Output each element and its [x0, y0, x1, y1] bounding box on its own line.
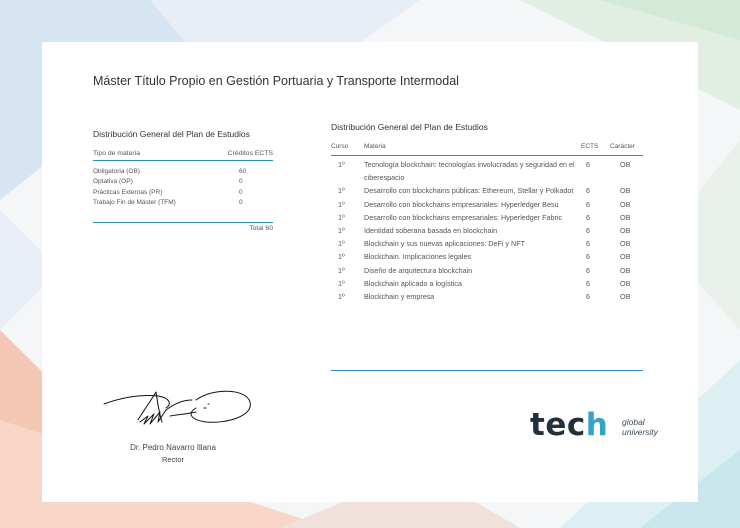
- course-year: 1º: [338, 226, 345, 236]
- table-row: Optativa (OP) 0: [93, 178, 273, 188]
- summary-table-header: Tipo de materia Créditos ECTS: [93, 150, 273, 161]
- row-value: 0: [239, 178, 243, 186]
- logo-wordmark: tech: [530, 407, 608, 443]
- column-header-character: Carácter: [610, 143, 635, 150]
- row-label: Obligatoria (OB): [93, 168, 140, 175]
- row-value: 0: [239, 198, 243, 206]
- subject-name: Blockchain y sus nuevas aplicaciones: De…: [364, 239, 525, 249]
- table-row: 1º Desarrollo con blockchains empresaria…: [331, 211, 643, 224]
- logo-tagline-university: university: [622, 427, 658, 437]
- table-row: Trabajo Fin de Máster (TFM) 0: [93, 199, 273, 209]
- summary-table: Obligatoria (OB) 60 Optativa (OP) 0 Prác…: [93, 168, 273, 209]
- column-header-ects: ECTS: [581, 143, 599, 150]
- ects-value: 6: [586, 226, 590, 236]
- row-value: 0: [239, 188, 243, 196]
- character-value: OB: [620, 199, 631, 209]
- character-value: OB: [620, 212, 631, 222]
- subject-name: Tecnología blockchain: tecnologías invol…: [364, 160, 575, 183]
- subject-name: Diseño de arquitectura blockchain: [364, 265, 473, 275]
- table-row: Obligatoria (OB) 60: [93, 168, 273, 178]
- course-year: 1º: [338, 160, 345, 169]
- character-value: OB: [620, 186, 631, 196]
- course-year: 1º: [338, 292, 345, 302]
- ects-value: 6: [586, 186, 590, 196]
- table-row: 1º Desarrollo con blockchains públicas: …: [331, 184, 643, 197]
- course-year: 1º: [338, 265, 345, 275]
- course-year: 1º: [338, 212, 345, 222]
- table-row: 1º Blockchain y sus nuevas aplicaciones:…: [331, 237, 643, 250]
- ects-value: 6: [586, 278, 590, 288]
- logo-word-h: h: [585, 407, 609, 443]
- courses-table: 1º Tecnología blockchain: tecnologías in…: [331, 158, 643, 303]
- character-value: OB: [620, 265, 631, 275]
- row-label: Optativa (OP): [93, 178, 133, 186]
- course-year: 1º: [338, 186, 345, 196]
- course-year: 1º: [338, 252, 345, 262]
- summary-total: Total 60: [93, 222, 273, 232]
- row-label: Trabajo Fin de Máster (TFM): [93, 198, 176, 206]
- courses-heading: Distribución General del Plan de Estudio…: [331, 122, 488, 132]
- table-row: 1º Blockchain. Implicaciones legales 6 O…: [331, 250, 643, 263]
- course-year: 1º: [338, 239, 345, 249]
- character-value: OB: [620, 239, 631, 249]
- summary-heading: Distribución General del Plan de Estudio…: [93, 129, 250, 139]
- signatory-role: Rector: [161, 455, 185, 464]
- subject-name: Desarrollo con blockchains públicas: Eth…: [364, 186, 574, 196]
- ects-value: 6: [586, 239, 590, 249]
- character-value: OB: [620, 252, 631, 262]
- table-row: 1º Blockchain y empresa 6 OB: [331, 290, 643, 303]
- ects-value: 6: [586, 160, 590, 169]
- subject-name: Blockchain y empresa: [364, 292, 435, 302]
- subject-name: Identidad soberana basada en blockchain: [364, 226, 498, 236]
- subject-name: Desarrollo con blockchains empresariales…: [364, 199, 559, 209]
- column-header-credits: Créditos ECTS: [227, 150, 273, 157]
- table-row: 1º Identidad soberana basada en blockcha…: [331, 224, 643, 237]
- table-row: 1º Desarrollo con blockchains empresaria…: [331, 198, 643, 211]
- table-row: 1º Blockchain aplicado a logística 6 OB: [331, 277, 643, 290]
- ects-value: 6: [586, 292, 590, 302]
- course-year: 1º: [338, 278, 345, 288]
- ects-value: 6: [586, 252, 590, 262]
- courses-table-header: Curso Materia ECTS Carácter: [331, 143, 643, 156]
- page-title: Máster Título Propio en Gestión Portuari…: [93, 74, 459, 88]
- subject-name: Blockchain aplicado a logística: [364, 278, 462, 288]
- ects-value: 6: [586, 212, 590, 222]
- table-row: Prácticas Externas (PR) 0: [93, 189, 273, 199]
- course-year: 1º: [338, 199, 345, 209]
- ects-value: 6: [586, 265, 590, 275]
- column-header-course: Curso: [331, 143, 349, 150]
- column-header-subject: Materia: [364, 143, 386, 150]
- character-value: OB: [620, 160, 631, 169]
- tech-logo: tech global university: [530, 407, 680, 447]
- signature-image: [103, 390, 251, 425]
- subject-name: Desarrollo con blockchains empresariales…: [364, 212, 563, 222]
- logo-tagline-global: global: [622, 417, 645, 427]
- table-row: 1º Tecnología blockchain: tecnologías in…: [331, 158, 643, 184]
- column-header-type: Tipo de materia: [93, 150, 140, 157]
- logo-word-tec: tec: [530, 407, 586, 443]
- courses-table-bottom-rule: [331, 370, 643, 371]
- row-label: Prácticas Externas (PR): [93, 188, 163, 196]
- signatory-name: Dr. Pedro Navarro Illana: [130, 443, 216, 452]
- row-value: 60: [239, 168, 247, 175]
- subject-name: Blockchain. Implicaciones legales: [364, 252, 472, 262]
- ects-value: 6: [586, 199, 590, 209]
- table-row: 1º Diseño de arquitectura blockchain 6 O…: [331, 264, 643, 277]
- character-value: OB: [620, 278, 631, 288]
- character-value: OB: [620, 226, 631, 236]
- character-value: OB: [620, 292, 631, 302]
